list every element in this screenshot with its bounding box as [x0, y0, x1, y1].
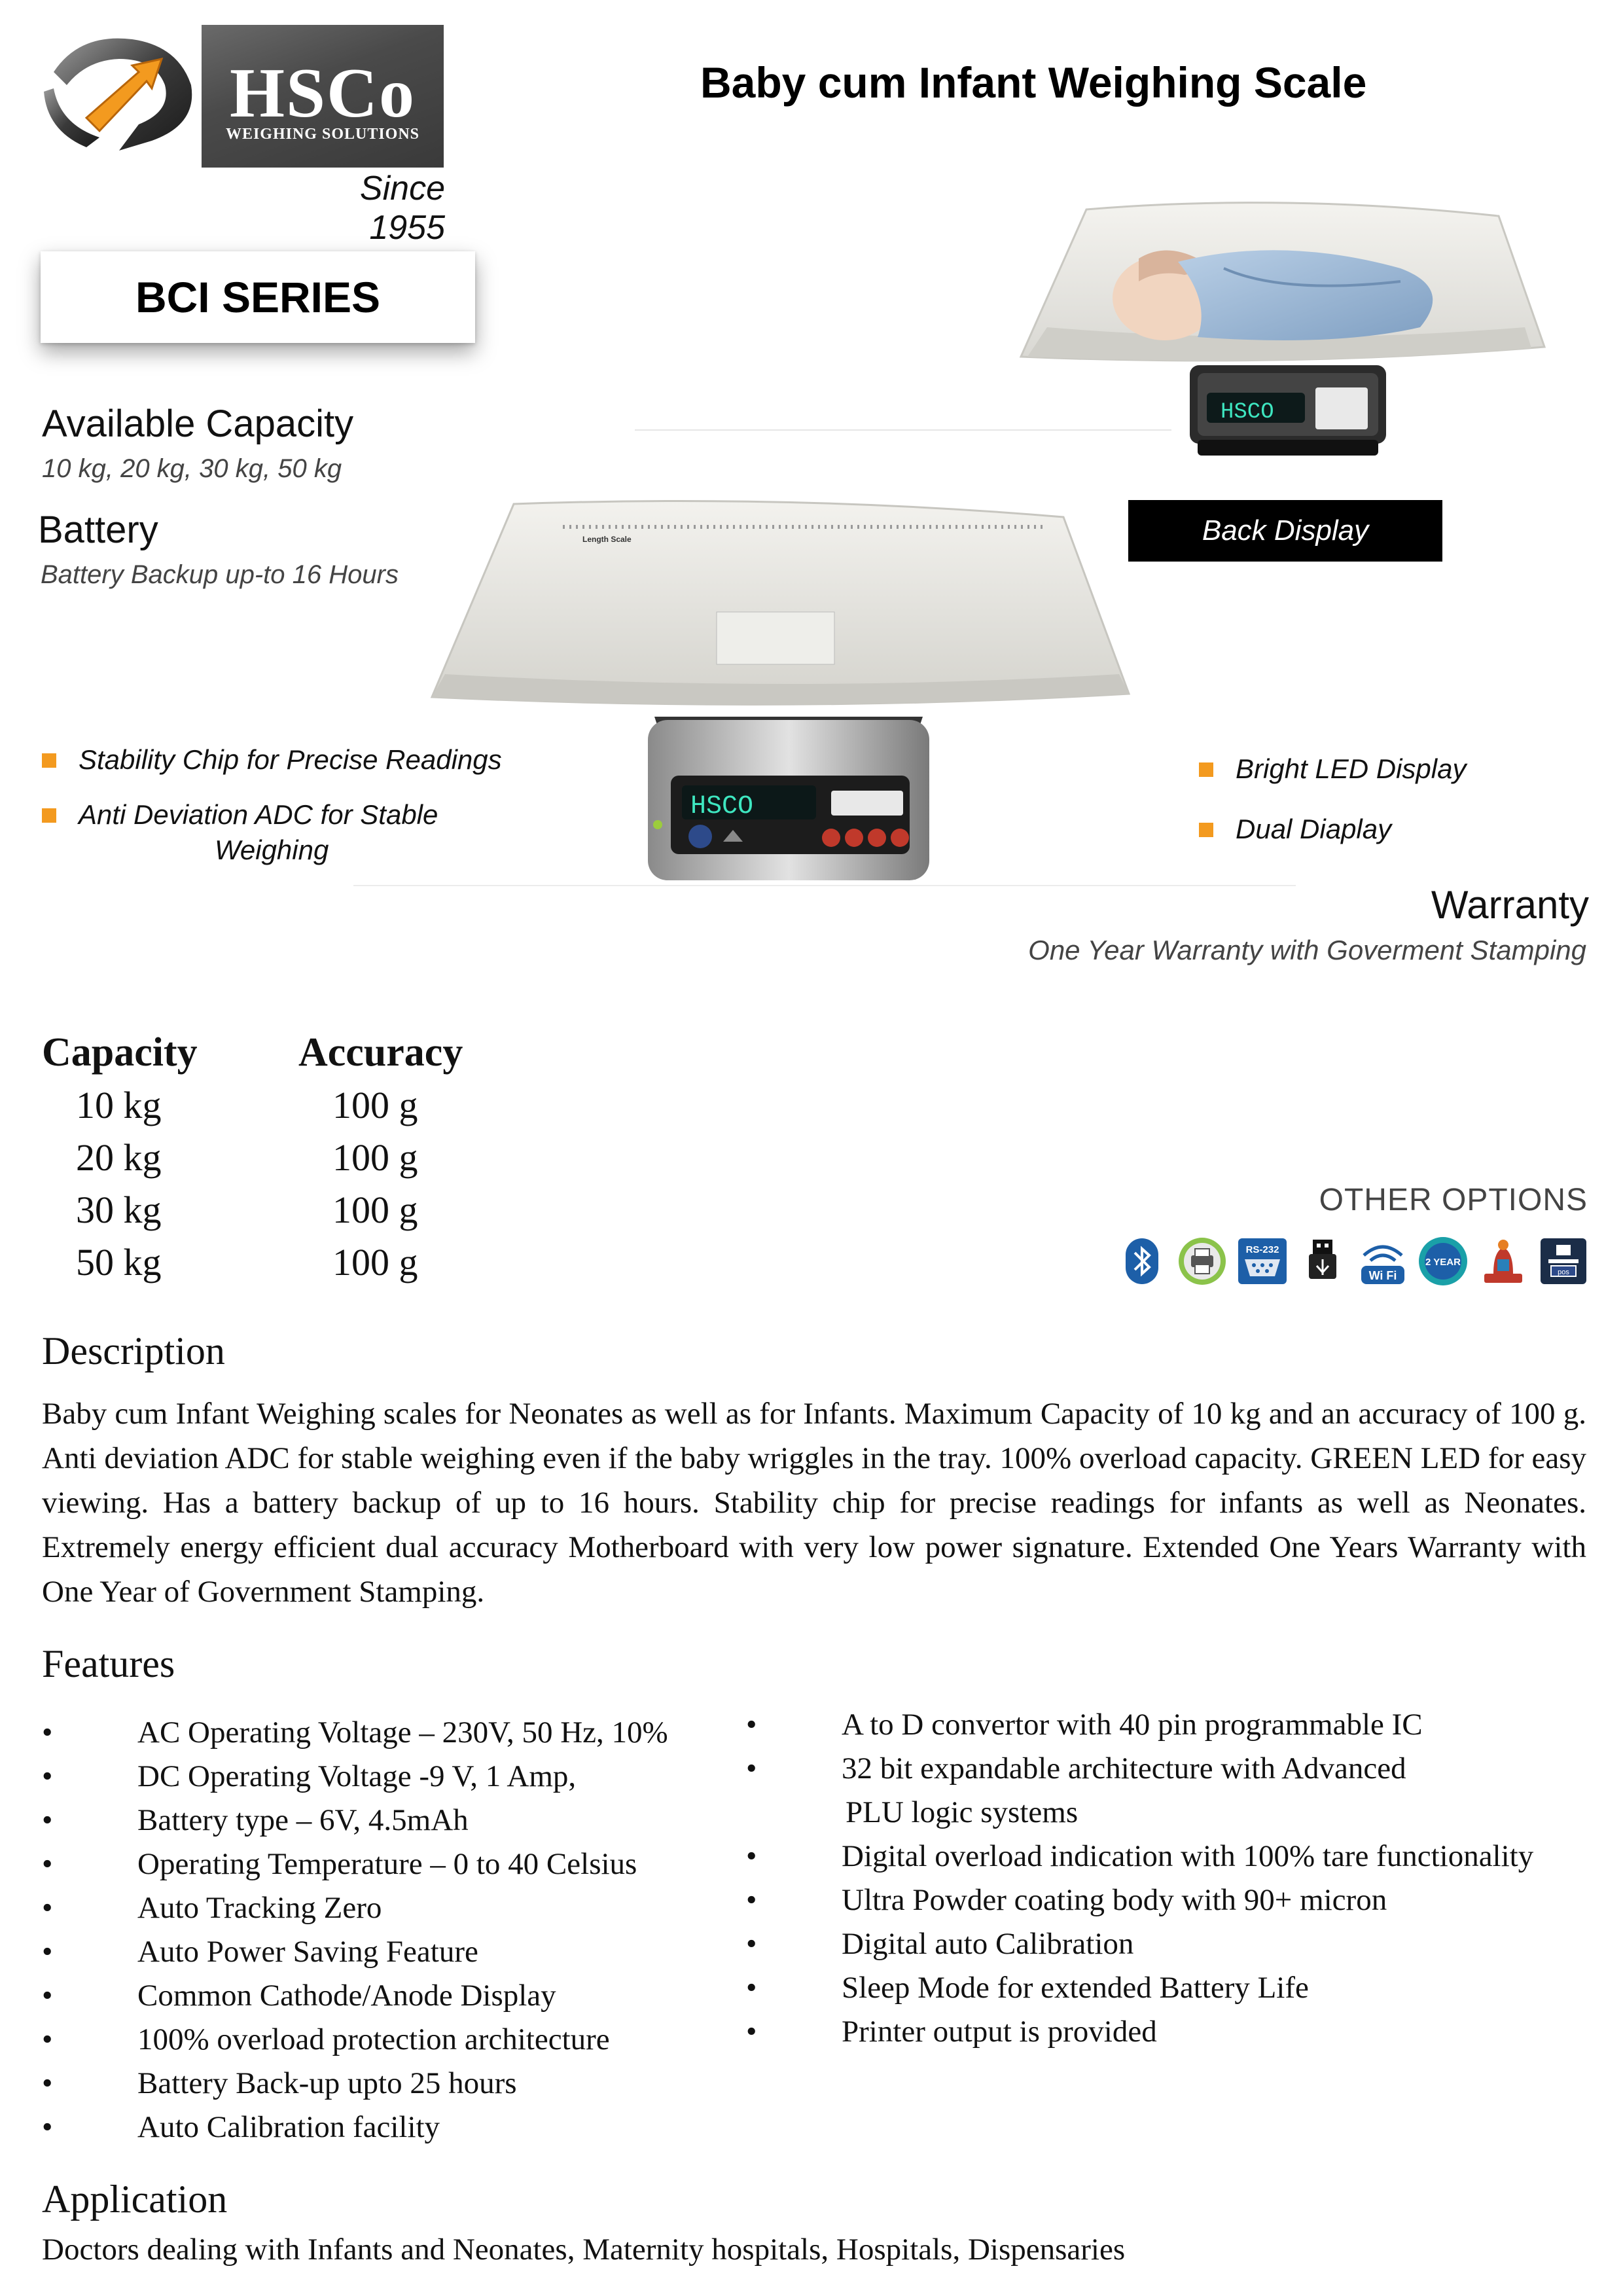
left-bullet-item: Stability Chip for Precise Readings	[42, 742, 565, 778]
table-header-capacity: Capacity	[42, 1030, 198, 1075]
list-item: • AC Operating Voltage – 230V, 50 Hz, 10%	[42, 1715, 668, 1749]
application-heading: Application	[42, 2178, 228, 2221]
list-item: • Digital overload indication with 100% t…	[746, 1839, 1534, 1873]
list-item: • Sleep Mode for extended Battery Life	[746, 1971, 1309, 2005]
list-item: • Digital auto Calibration	[746, 1927, 1134, 1961]
spec-heading-capacity: Available Capacity	[42, 403, 354, 445]
front-led-text: HSCO	[690, 792, 753, 821]
back-view-scale-image: HSCO	[1019, 202, 1546, 456]
back-display-label: Back Display	[1128, 500, 1442, 562]
table-header-accuracy: Accuracy	[298, 1030, 463, 1075]
other-options-heading: OTHER OPTIONS	[1319, 1183, 1588, 1217]
logo-brand: HSCo	[229, 54, 416, 132]
list-item: • 32 bit expandable architecture with Adv…	[746, 1751, 1406, 1785]
left-bullet-item: Anti Deviation ADC for Stable	[42, 797, 565, 833]
table-row: 50 kg 100 g	[42, 1236, 463, 1288]
table-cell: 100 g	[332, 1240, 418, 1283]
two-year-warranty-icon: 2 YEAR	[1419, 1237, 1467, 1285]
features-left-list: • AC Operating Voltage – 230V, 50 Hz, 10%…	[42, 1711, 736, 2149]
list-item: • 100% overload protection architecture	[42, 2022, 610, 2056]
list-item: • Auto Power Saving Feature	[42, 1935, 478, 1969]
table-cell: 10 kg	[76, 1083, 162, 1126]
spec-detail-capacity: 10 kg, 20 kg, 30 kg, 50 kg	[42, 454, 342, 483]
description-text: Baby cum Infant Weighing scales for Neon…	[42, 1397, 1586, 1609]
logo-tagline: WEIGHING SOLUTIONS	[225, 126, 420, 143]
svg-text:2 YEAR: 2 YEAR	[1425, 1257, 1461, 1268]
svg-text:Wi Fi: Wi Fi	[1369, 1269, 1397, 1282]
table-cell: 100 g	[332, 1136, 418, 1179]
features-right-list: • A to D convertor with 40 pin programmab…	[746, 1703, 1597, 2054]
left-bullet-item-continued: Weighing	[215, 834, 329, 865]
application-text: Doctors dealing with Infants and Neonate…	[42, 2233, 1126, 2267]
tray-length-scale-label: Length Scale	[582, 535, 632, 544]
back-led-text: HSCO	[1221, 400, 1274, 425]
list-item: • Auto Calibration facility	[42, 2110, 440, 2144]
capacity-table: Capacity Accuracy 10 kg 100 g 20 kg 100 …	[42, 1026, 463, 1288]
printer-icon	[1179, 1238, 1226, 1285]
right-bullet-list: Bright LED Display Dual Diaplay	[1199, 751, 1592, 847]
series-badge: BCI SERIES	[41, 251, 475, 343]
table-cell: 20 kg	[76, 1136, 162, 1179]
other-options-icons: RS-232 Wi Fi 2 YEAR pos	[1116, 1236, 1589, 1287]
rs232-icon: RS-232	[1238, 1238, 1287, 1284]
pos-icon: pos	[1541, 1238, 1586, 1284]
right-bullet-item: Dual Diaplay	[1199, 812, 1592, 847]
logo-box: HSCo WEIGHING SOLUTIONS	[202, 25, 444, 168]
list-item: • Common Cathode/Anode Display	[42, 1979, 556, 2013]
svg-text:pos: pos	[1558, 1268, 1569, 1276]
stamp-icon	[1484, 1240, 1522, 1283]
logo-swoosh-icon	[44, 38, 192, 151]
page-title: Baby cum Infant Weighing Scale	[700, 58, 1367, 107]
description-heading: Description	[42, 1329, 225, 1372]
list-item: • Printer output is provided	[746, 2015, 1157, 2049]
warranty-heading: Warranty	[1431, 883, 1589, 927]
table-row: 20 kg 100 g	[42, 1131, 463, 1183]
list-item: • Operating Temperature – 0 to 40 Celsius	[42, 1847, 637, 1881]
warranty-detail: One Year Warranty with Goverment Stampin…	[1028, 935, 1586, 965]
table-cell: 100 g	[332, 1083, 418, 1126]
right-bullet-item: Bright LED Display	[1199, 751, 1592, 787]
spec-heading-battery: Battery	[38, 509, 158, 551]
svg-text:RS-232: RS-232	[1246, 1244, 1279, 1255]
table-cell: 30 kg	[76, 1188, 162, 1231]
list-item: • Ultra Powder coating body with 90+ micr…	[746, 1883, 1387, 1917]
left-bullet-list: Stability Chip for Precise Readings Anti…	[42, 742, 565, 868]
table-header-row: Capacity Accuracy	[42, 1026, 463, 1079]
list-item-continued: PLU logic systems	[846, 1795, 1079, 1829]
wifi-icon: Wi Fi	[1361, 1245, 1404, 1284]
table-cell: 50 kg	[76, 1240, 162, 1283]
table-row: 30 kg 100 g	[42, 1183, 463, 1236]
usb-icon	[1309, 1240, 1336, 1279]
table-row: 10 kg 100 g	[42, 1079, 463, 1131]
list-item: • A to D convertor with 40 pin programmab…	[746, 1708, 1423, 1742]
features-heading: Features	[42, 1642, 175, 1685]
list-item: • Battery Back-up upto 25 hours	[42, 2066, 517, 2100]
list-item: • Battery type – 6V, 4.5mAh	[42, 1803, 469, 1837]
bluetooth-icon	[1126, 1238, 1158, 1284]
spec-detail-battery: Battery Backup up-to 16 Hours	[41, 560, 399, 589]
list-item: • Auto Tracking Zero	[42, 1891, 382, 1925]
since-text: Since 1955	[359, 170, 445, 247]
table-cell: 100 g	[332, 1188, 418, 1231]
list-item: • DC Operating Voltage -9 V, 1 Amp,	[42, 1759, 577, 1793]
